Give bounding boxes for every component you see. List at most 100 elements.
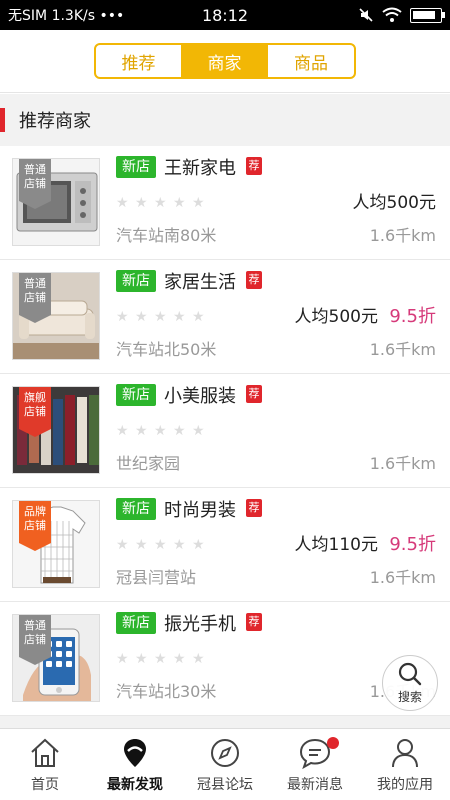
notification-dots: ••• [99,8,125,24]
microwave-image [13,172,99,245]
star-icon: ★ [173,195,186,211]
shop-name: 王新家电 [164,158,236,179]
shop-thumbnail: 普通 店铺 [12,158,100,246]
star-icon: ★ [116,195,129,211]
rating-stars: ★ ★ ★ ★ ★ [116,424,206,438]
star-icon: ★ [135,195,148,211]
star-icon: ★ [116,423,129,439]
shop-type-tag: 品牌 店铺 [19,501,51,551]
tab-label: 最新消息 [287,777,343,793]
shop-list-item[interactable]: 普通店铺 新店 振光手机 荐 ★ ★ ★ ★ ★ 汽车站北30米 1.6千km [0,602,450,716]
star-icon: ★ [173,309,186,325]
new-shop-badge: 新店 [116,498,156,520]
average-price: 人均500元 [352,193,436,213]
new-shop-badge: 新店 [116,612,156,634]
shop-type-tag: 旗舰 店铺 [19,387,51,437]
shop-distance: 1.6千km [369,568,436,587]
recommended-badge: 荐 [246,385,262,403]
tab-products[interactable]: 商品 [268,45,354,77]
search-button[interactable]: 搜索 [382,655,438,711]
segment-control: 推荐 商家 商品 [94,43,356,79]
tab-messages[interactable]: 最新消息 [270,729,360,800]
section-header: 推荐商家 [0,94,450,146]
list-bottom-gap [0,716,450,728]
tab-home[interactable]: 首页 [0,729,90,800]
star-icon: ★ [192,309,205,325]
shop-type-tag: 普通 店铺 [19,273,51,323]
bottom-tabbar: 首页 最新发现 冠县论坛 最新消息 我的应用 [0,728,450,800]
phone-image [13,615,99,701]
shop-list-item[interactable]: 普通 店铺 新店 王新家电 荐 ★ ★ ★ ★ ★ 人均500元 汽车站南80米 … [0,146,450,260]
tab-merchants[interactable]: 商家 [182,45,268,77]
star-icon: ★ [173,651,186,667]
shop-thumbnail: 普通 店铺 [12,272,100,360]
tab-label: 冠县论坛 [197,777,253,793]
shop-name: 小美服装 [164,386,236,407]
star-icon: ★ [173,423,186,439]
wifi-icon [382,7,402,22]
shop-location: 汽车站北50米 [116,340,217,359]
shop-distance: 1.6千km [369,454,436,473]
section-accent-bar [0,108,5,132]
average-price: 人均500元 [294,307,378,327]
shop-list-item[interactable]: 普通 店铺 新店 家居生活 荐 ★ ★ ★ ★ ★ 人均500元 9.5折 汽车站… [0,260,450,374]
star-icon: ★ [135,309,148,325]
shop-location: 冠县闫营站 [116,568,197,587]
recommended-badge: 荐 [246,271,262,289]
sofa-image [13,273,99,359]
star-icon: ★ [135,537,148,553]
compass-icon [211,739,239,767]
shop-thumbnail: 普通 店铺 [12,614,100,702]
star-icon: ★ [154,423,167,439]
shop-list-item[interactable]: 旗舰 店铺 新店 小美服装 荐 ★ ★ ★ ★ ★ 世纪家园 1.6千km [0,374,450,488]
shop-name: 振光手机 [164,614,236,635]
star-icon: ★ [116,309,129,325]
star-icon: ★ [116,537,129,553]
search-icon [398,662,422,686]
status-bar: 无SIM 1.3K/s ••• 18:12 [0,0,450,30]
tab-forum[interactable]: 冠县论坛 [180,729,270,800]
mute-icon [359,8,373,22]
shop-type-tag: 普通 店铺 [19,159,51,209]
star-icon: ★ [154,537,167,553]
star-icon: ★ [192,651,205,667]
search-label: 搜索 [397,690,422,704]
tab-my-apps[interactable]: 我的应用 [360,729,450,800]
shop-location: 世纪家园 [116,454,181,473]
unread-dot [326,737,339,749]
recommended-badge: 荐 [246,499,262,517]
carrier-text: 无SIM [8,8,48,24]
star-icon: ★ [192,537,205,553]
battery-icon [410,7,445,23]
shop-name: 家居生活 [164,272,236,293]
tab-discover[interactable]: 最新发现 [90,729,180,800]
shop-location: 汽车站北30米 [116,682,217,701]
shop-list-item[interactable]: 品牌 店铺 新店 时尚男装 荐 ★ ★ ★ ★ ★ 人均110元 9.5折 冠县闫… [0,488,450,602]
rating-stars: ★ ★ ★ ★ ★ [116,310,206,324]
shop-thumbnail: 旗舰 店铺 [12,386,100,474]
star-icon: ★ [116,651,129,667]
rating-stars: ★ ★ ★ ★ ★ [116,196,206,210]
rating-stars: ★ ★ ★ ★ ★ [116,652,206,666]
shop-type-tag: 普通 店铺 [19,615,51,665]
shirt-image [13,501,99,587]
tab-label: 首页 [31,777,59,793]
tab-label: 我的应用 [377,777,433,793]
section-title: 推荐商家 [19,111,91,132]
location-pin-icon [124,739,146,767]
star-icon: ★ [173,537,186,553]
shop-location: 汽车站南80米 [116,226,217,245]
shop-distance: 1.6千km [369,226,436,245]
status-right [358,7,445,23]
shop-thumbnail: 品牌 店铺 [12,500,100,588]
star-icon: ★ [135,651,148,667]
new-shop-badge: 新店 [116,156,156,178]
rating-stars: ★ ★ ★ ★ ★ [116,538,206,552]
home-icon [31,738,59,767]
user-icon [392,739,418,768]
shop-list: 普通 店铺 新店 王新家电 荐 ★ ★ ★ ★ ★ 人均500元 汽车站南80米 … [0,146,450,716]
tab-recommend[interactable]: 推荐 [96,45,182,77]
recommended-badge: 荐 [246,613,262,631]
star-icon: ★ [192,423,205,439]
status-left: 无SIM 1.3K/s ••• [8,5,358,25]
